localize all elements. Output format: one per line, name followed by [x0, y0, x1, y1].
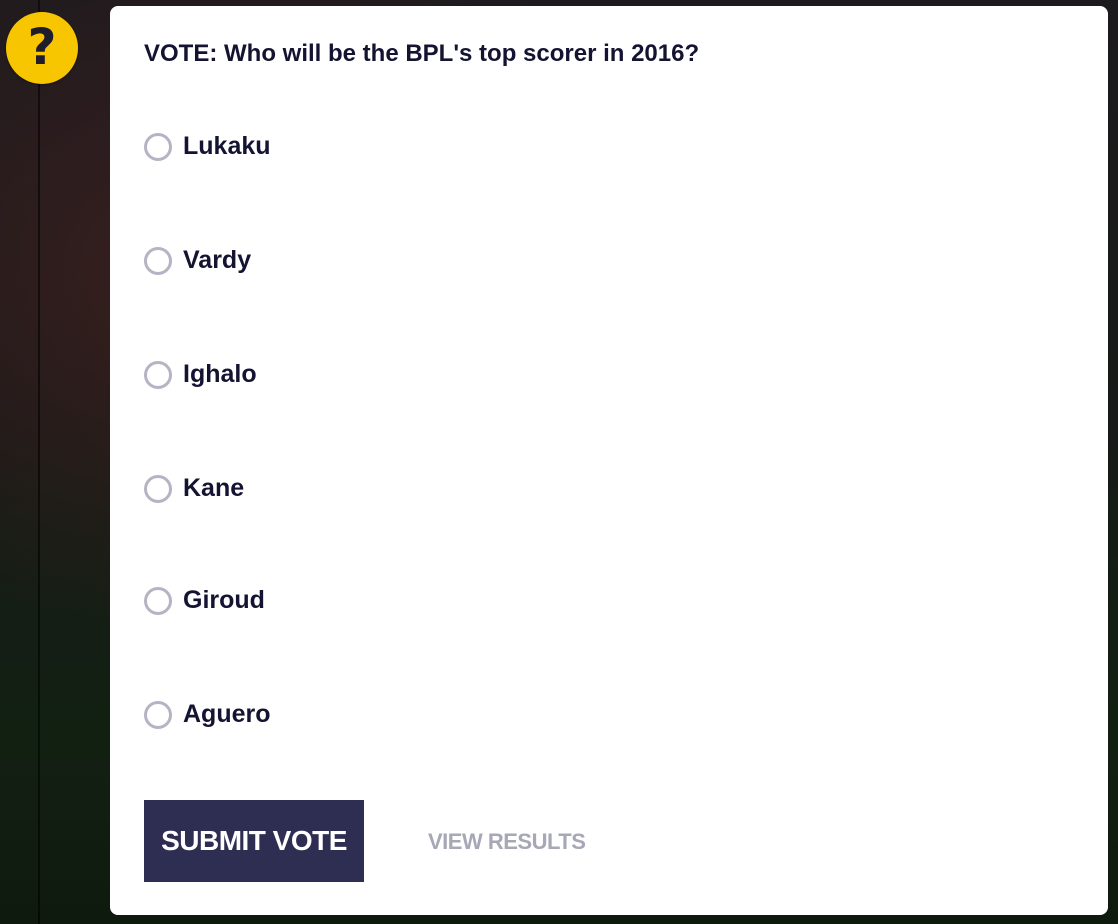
option-label: Kane — [183, 474, 245, 502]
radio-button[interactable] — [144, 700, 172, 729]
option-lukaku[interactable]: Lukaku — [144, 132, 271, 161]
poll-question: VOTE: Who will be the BPL's top scorer i… — [144, 40, 700, 67]
option-ighalo[interactable]: Ighalo — [144, 360, 257, 389]
view-results-link[interactable]: VIEW RESULTS — [428, 829, 586, 855]
radio-button[interactable] — [144, 132, 172, 161]
poll-card: VOTE: Who will be the BPL's top scorer i… — [110, 6, 1108, 915]
option-label: Lukaku — [183, 132, 271, 160]
option-label: Vardy — [183, 246, 252, 274]
option-label: Aguero — [183, 700, 271, 728]
option-aguero[interactable]: Aguero — [144, 700, 271, 729]
option-giroud[interactable]: Giroud — [144, 586, 265, 615]
option-label: Ighalo — [183, 360, 257, 388]
radio-button[interactable] — [144, 246, 172, 275]
option-label: Giroud — [183, 586, 265, 614]
submit-vote-button[interactable]: SUBMIT VOTE — [144, 800, 364, 882]
radio-button[interactable] — [144, 360, 172, 389]
radio-button[interactable] — [144, 474, 172, 503]
question-mark-glyph: ? — [27, 18, 57, 76]
radio-button[interactable] — [144, 586, 172, 615]
option-kane[interactable]: Kane — [144, 474, 244, 503]
background-stadium — [38, 0, 40, 924]
question-icon[interactable]: ? — [6, 12, 78, 84]
option-vardy[interactable]: Vardy — [144, 246, 251, 275]
